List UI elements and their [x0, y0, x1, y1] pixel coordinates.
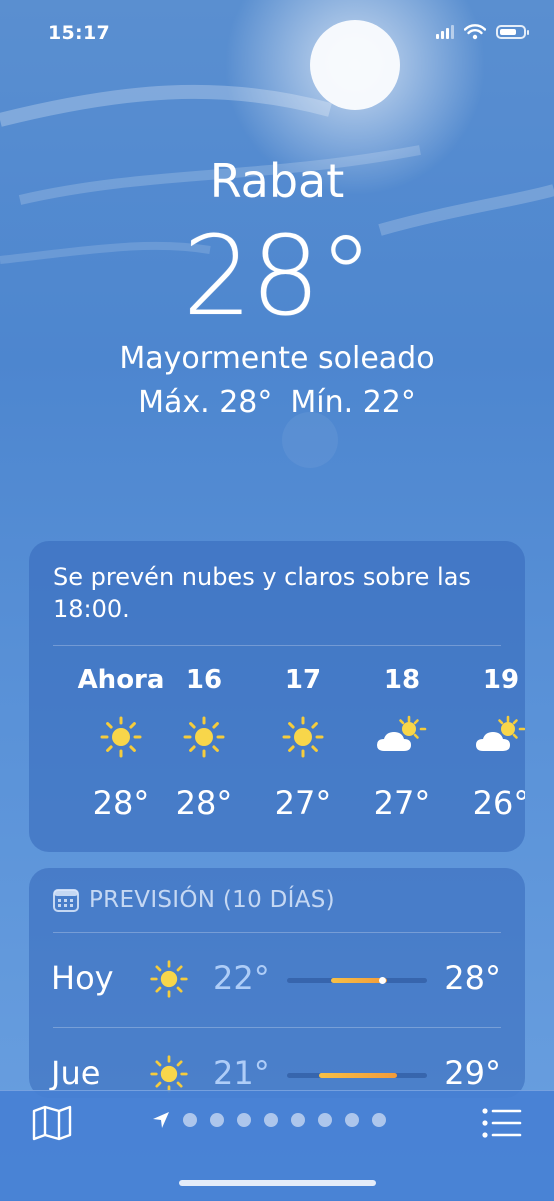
hour-item: 16 28° — [154, 655, 254, 825]
list-icon[interactable] — [482, 1107, 522, 1139]
day-label: Hoy — [51, 959, 114, 997]
temperature-range-fill — [319, 1073, 397, 1078]
forecast-row[interactable]: Jue 21° 29° — [29, 1028, 525, 1098]
hourly-list[interactable]: Ahora 28° 16 28° 17 27° 18 27° 19 26° — [29, 655, 525, 845]
ten-day-forecast-card[interactable]: PREVISIÓN (10 DÍAS) Hoy 22° 28° Jue 21° … — [29, 868, 525, 1098]
cellular-signal-icon — [436, 25, 454, 39]
map-icon[interactable] — [32, 1105, 72, 1141]
current-temp-marker — [379, 977, 386, 984]
high-temp: 28° — [444, 959, 501, 997]
page-dot[interactable] — [183, 1113, 197, 1127]
low-temp: 21° — [213, 1054, 270, 1092]
hourly-summary: Se prevén nubes y claros sobre las 18:00… — [53, 563, 471, 623]
home-indicator[interactable] — [179, 1180, 376, 1186]
sun-icon — [149, 959, 189, 1003]
divider — [53, 645, 501, 646]
current-weather: Rabat 28° Mayormente soleado Máx. 28° Mín… — [0, 140, 554, 426]
page-dot[interactable] — [345, 1113, 359, 1127]
status-time: 15:17 — [48, 22, 110, 44]
temperature-range-bar — [287, 977, 427, 984]
low-temp: 22° — [213, 959, 270, 997]
hour-temp: 27° — [373, 784, 431, 822]
forecast-title: PREVISIÓN (10 DÍAS) — [89, 887, 335, 913]
forecast-row-today[interactable]: Hoy 22° 28° — [29, 933, 525, 1027]
status-icons — [436, 24, 529, 40]
page-dot[interactable] — [318, 1113, 332, 1127]
status-bar: 15:17 — [0, 0, 554, 70]
battery-icon — [496, 25, 529, 39]
page-dot[interactable] — [291, 1113, 305, 1127]
hour-temp: 26° — [472, 784, 525, 822]
hour-label: 18 — [383, 665, 421, 695]
high-temp: Máx. 28° — [138, 385, 273, 420]
wifi-icon — [464, 24, 486, 40]
forecast-header: PREVISIÓN (10 DÍAS) — [29, 868, 525, 914]
location-arrow-icon — [153, 1112, 169, 1128]
hourly-forecast-card[interactable]: Se prevén nubes y claros sobre las 18:00… — [29, 541, 525, 852]
condition-text: Mayormente soleado — [119, 341, 435, 376]
hour-label: 17 — [284, 665, 322, 695]
page-dot[interactable] — [210, 1113, 224, 1127]
hour-label: 16 — [185, 665, 223, 695]
hour-temp: 28° — [175, 784, 233, 822]
sun-icon — [253, 707, 353, 767]
calendar-icon — [53, 889, 79, 912]
hour-item: 17 27° — [253, 655, 353, 825]
hour-item: 19 26° — [451, 655, 525, 825]
sun-icon — [154, 707, 254, 767]
high-low: Máx. 28° Mín. 22° — [0, 380, 554, 426]
low-temp: Mín. 22° — [290, 385, 416, 420]
hour-temp: 27° — [274, 784, 332, 822]
partly-cloudy-icon — [451, 707, 525, 767]
high-temp: 29° — [444, 1054, 501, 1092]
temperature-range-bar — [287, 1073, 427, 1078]
page-dot[interactable] — [237, 1113, 251, 1127]
page-dot[interactable] — [264, 1113, 278, 1127]
hour-label: 19 — [482, 665, 520, 695]
partly-cloudy-icon — [352, 707, 452, 767]
day-label: Jue — [51, 1054, 101, 1092]
hour-item: 18 27° — [352, 655, 452, 825]
current-temperature: 28° — [182, 212, 374, 340]
page-dot[interactable] — [372, 1113, 386, 1127]
city-name: Rabat — [209, 154, 345, 208]
page-indicator[interactable] — [152, 1111, 386, 1129]
